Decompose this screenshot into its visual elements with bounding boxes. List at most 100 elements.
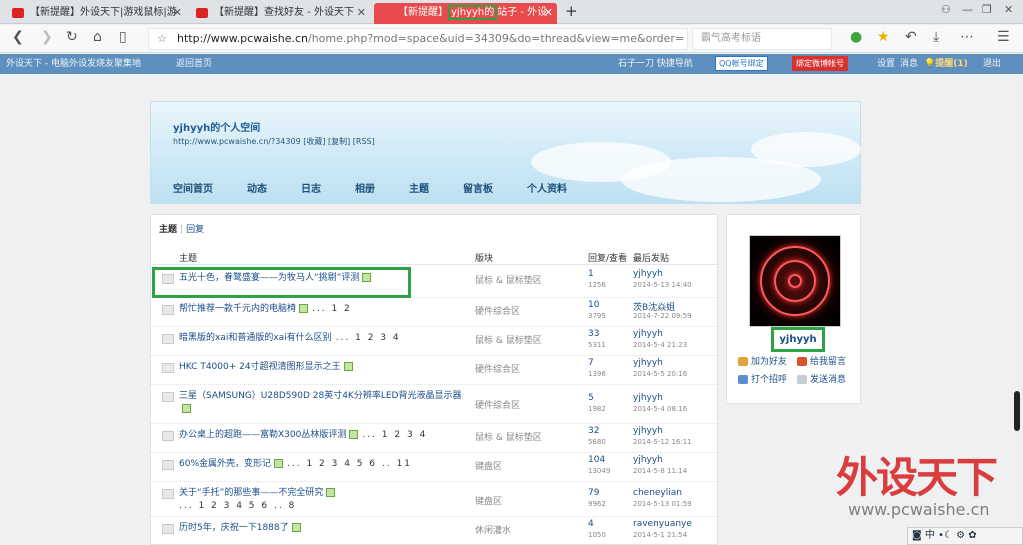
thread-replies[interactable]: 33 bbox=[588, 329, 599, 339]
last-poster[interactable]: yjhyyh bbox=[633, 393, 663, 403]
thread-replies[interactable]: 7 bbox=[588, 358, 594, 368]
close-window-icon[interactable]: ✕ bbox=[1004, 3, 1013, 16]
thread-forum[interactable]: 键盘区 bbox=[475, 494, 502, 507]
close-tab-icon[interactable]: ✕ bbox=[544, 3, 553, 23]
last-poster[interactable]: yjhyyh bbox=[633, 455, 663, 465]
ime-moon-icon[interactable]: ☾ bbox=[944, 530, 953, 541]
tab-replies[interactable]: 回复 bbox=[186, 225, 204, 235]
restore-icon[interactable]: ❐ bbox=[982, 3, 992, 16]
thread-replies[interactable]: 4 bbox=[588, 519, 594, 529]
user-quick-nav[interactable]: 石子一刀 快捷导航 bbox=[618, 54, 693, 74]
close-tab-icon[interactable]: ✕ bbox=[173, 3, 182, 23]
ime-skin-icon[interactable]: ✿ bbox=[968, 530, 976, 541]
space-title[interactable]: yjhyyh的个人空间 bbox=[173, 119, 260, 134]
thread-pages[interactable]: ... 1 2 3 4 5 6 .. 11 bbox=[287, 459, 412, 469]
ime-settings-icon[interactable]: ⚙ bbox=[956, 530, 965, 541]
remind-link[interactable]: 💡提醒(1) bbox=[924, 54, 968, 74]
space-nav-feed[interactable]: 动态 bbox=[247, 180, 267, 195]
search-input[interactable]: 霸气高考标语 bbox=[692, 28, 832, 50]
thread-replies[interactable]: 5 bbox=[588, 393, 594, 403]
browser-tab-active[interactable]: 【新提醒】 yjhyyh的 站子 - 外设 ✕ bbox=[374, 3, 557, 24]
space-nav-home[interactable]: 空间首页 bbox=[173, 180, 213, 195]
thread-pages[interactable]: ... 1 2 3 4 bbox=[362, 430, 427, 440]
new-tab-icon[interactable]: + bbox=[565, 2, 578, 20]
thread-title[interactable]: 60%金属外壳，变形记 bbox=[179, 459, 271, 469]
bookmark-star-icon[interactable]: ☆ bbox=[157, 29, 167, 49]
thread-title[interactable]: 历时5年，庆祝一下1888了 bbox=[179, 523, 289, 533]
thread-title[interactable]: 五光十色，眷鹜盛宴——为牧马人“挑剔”评测 bbox=[179, 273, 359, 283]
thread-title[interactable]: HKC T4000+ 24寸超视清图形显示之王 bbox=[179, 362, 341, 372]
space-nav-guestbook[interactable]: 留言板 bbox=[463, 180, 493, 195]
minimize-icon[interactable]: — bbox=[962, 3, 973, 16]
more-icon[interactable]: ⋯ bbox=[960, 29, 974, 45]
thread-forum[interactable]: 硬件综合区 bbox=[475, 304, 520, 317]
thread-forum[interactable]: 鼠标 & 鼠标垫区 bbox=[475, 273, 542, 286]
browser-tab-2[interactable]: 【新提醒】查找好友 - 外设天下 ✕ bbox=[188, 3, 370, 24]
last-poster[interactable]: yjhyyh bbox=[633, 426, 663, 436]
qq-bind-button[interactable]: QQ帐号绑定 bbox=[715, 56, 768, 71]
greet-link[interactable]: 打个招呼 bbox=[738, 372, 787, 385]
thread-pages[interactable]: ... 1 2 3 4 5 6 .. 8 bbox=[179, 501, 296, 511]
send-message-link[interactable]: 发送消息 bbox=[797, 372, 846, 385]
close-tab-icon[interactable]: ✕ bbox=[357, 3, 366, 23]
ime-mode[interactable]: 中 bbox=[925, 530, 935, 541]
home-icon[interactable]: ⌂ bbox=[93, 29, 102, 45]
thread-forum[interactable]: 鼠标 & 鼠标垫区 bbox=[475, 430, 542, 443]
undo-icon[interactable]: ↶ bbox=[905, 29, 917, 45]
thread-replies[interactable]: 79 bbox=[588, 488, 599, 498]
forward-icon[interactable]: ❯ bbox=[41, 29, 53, 45]
space-nav-profile[interactable]: 个人资料 bbox=[527, 180, 567, 195]
thread-forum[interactable]: 硬件综合区 bbox=[475, 398, 520, 411]
favorites-star-icon[interactable]: ★ bbox=[877, 29, 890, 45]
thread-icon bbox=[162, 489, 174, 499]
messages-link[interactable]: 消息 bbox=[900, 54, 918, 74]
table-header: 主题 版块 回复/查看 最后发贴 bbox=[151, 241, 719, 265]
thread-title[interactable]: 暗黑版的xai和普通版的xai有什么区别 bbox=[179, 333, 332, 343]
last-poster[interactable]: ravenyuanye bbox=[633, 519, 692, 529]
site-favicon-icon bbox=[196, 8, 208, 18]
leave-message-link[interactable]: 给我留言 bbox=[797, 354, 846, 367]
reload-icon[interactable]: ↻ bbox=[66, 29, 78, 45]
last-poster[interactable]: yjhyyh bbox=[633, 269, 663, 279]
thread-replies[interactable]: 32 bbox=[588, 426, 599, 436]
ime-toolbar[interactable]: ◙ 中 •☾ ⚙ ✿ bbox=[907, 527, 1023, 545]
reader-icon[interactable]: ▯ bbox=[119, 29, 127, 45]
thread-title[interactable]: 关于“手托”的那些事——不完全研究 bbox=[179, 488, 323, 498]
weibo-bind-button[interactable]: 绑定微博帐号 bbox=[792, 56, 848, 71]
thread-title[interactable]: 帮忙推荐一款千元内的电脑椅 bbox=[179, 304, 296, 314]
scrollbar-thumb[interactable] bbox=[1014, 391, 1020, 431]
thread-replies[interactable]: 104 bbox=[588, 455, 605, 465]
profile-username[interactable]: yjhyyh bbox=[771, 327, 825, 352]
avatar[interactable] bbox=[749, 235, 841, 327]
site-name[interactable]: 外设天下 - 电脑外设发烧友聚集地 bbox=[6, 54, 141, 74]
browser-tab-1[interactable]: 【新提醒】外设天下|游戏鼠标|游 ✕ bbox=[4, 3, 186, 24]
space-nav-album[interactable]: 相册 bbox=[355, 180, 375, 195]
last-poster[interactable]: yjhyyh bbox=[633, 329, 663, 339]
thread-replies[interactable]: 1 bbox=[588, 269, 594, 279]
thread-forum[interactable]: 硬件综合区 bbox=[475, 362, 520, 375]
thread-forum[interactable]: 鼠标 & 鼠标垫区 bbox=[475, 333, 542, 346]
thread-title[interactable]: 办公桌上的超跑——富勒X300丛林版评测 bbox=[179, 430, 346, 440]
thread-pages[interactable]: ... 1 2 3 4 bbox=[336, 333, 401, 343]
address-bar[interactable]: ☆ http://www.pcwaishe.cn/home.php?mod=sp… bbox=[148, 28, 688, 50]
thread-title[interactable]: 三星（SAMSUNG）U28D590D 28英寸4K分辨率LED背光液晶显示器 bbox=[179, 391, 461, 401]
space-url[interactable]: http://www.pcwaishe.cn/?34309 [收藏] [复制] … bbox=[173, 136, 375, 147]
last-poster[interactable]: cheneylian bbox=[633, 488, 682, 498]
last-poster[interactable]: yjhyyh bbox=[633, 358, 663, 368]
add-friend-link[interactable]: 加为好友 bbox=[738, 354, 787, 367]
extension-icon[interactable]: ● bbox=[850, 29, 862, 45]
thread-forum[interactable]: 键盘区 bbox=[475, 459, 502, 472]
home-link[interactable]: 返回首页 bbox=[176, 54, 212, 74]
thread-replies[interactable]: 10 bbox=[588, 300, 599, 310]
thread-pages[interactable]: ... 1 2 bbox=[312, 304, 352, 314]
thread-forum[interactable]: 休闲灌水 bbox=[475, 523, 511, 536]
download-icon[interactable]: ⤓ bbox=[933, 29, 939, 45]
tab-threads[interactable]: 主题 bbox=[159, 225, 177, 235]
menu-icon[interactable]: ☰ bbox=[997, 29, 1010, 45]
back-icon[interactable]: ❮ bbox=[12, 29, 24, 45]
space-nav-threads[interactable]: 主题 bbox=[409, 180, 429, 195]
logout-link[interactable]: 退出 bbox=[983, 54, 1001, 74]
settings-link[interactable]: 设置 bbox=[877, 54, 895, 74]
space-nav-blog[interactable]: 日志 bbox=[301, 180, 321, 195]
account-icon[interactable]: ⚇ bbox=[941, 3, 951, 16]
